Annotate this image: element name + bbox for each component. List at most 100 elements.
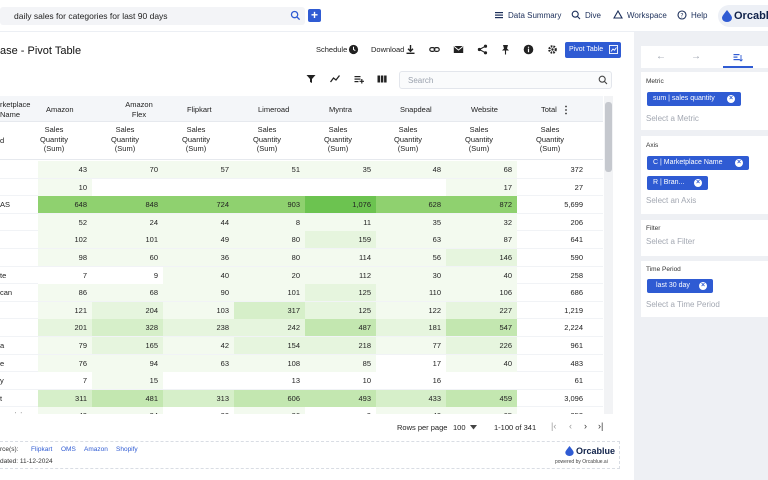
- time-period-chip[interactable]: last 30 day ×: [647, 279, 713, 293]
- link-icon[interactable]: [429, 44, 440, 55]
- add-query-button[interactable]: +: [308, 9, 321, 22]
- col-header-snapdeal[interactable]: Snapdeal: [400, 105, 432, 115]
- download-icon[interactable]: [405, 44, 416, 55]
- sub-header-line: Sales: [44, 125, 64, 134]
- col-header-amazon[interactable]: Amazon: [46, 105, 74, 115]
- first-page-icon[interactable]: |‹: [551, 421, 556, 431]
- pin-icon[interactable]: [500, 44, 511, 55]
- collapse-left-icon[interactable]: ←: [656, 51, 666, 62]
- table-cell: 121: [38, 301, 92, 319]
- clock-icon[interactable]: [348, 44, 359, 55]
- table-cell: 459: [446, 389, 517, 407]
- nav-workspace[interactable]: Workspace: [627, 11, 667, 20]
- sub-header-line: Quantity: [324, 134, 352, 144]
- metric-chip[interactable]: sum | sales quantity ×: [647, 92, 741, 106]
- table-row: te 7 9 40 20 112 30 40 258: [0, 266, 603, 285]
- table-search-box[interactable]: Search: [399, 71, 612, 89]
- column-header-row: rketplace Name Amazon Amazon Flex Flipka…: [0, 96, 603, 122]
- total-cell: 686: [570, 288, 583, 298]
- axis-placeholder[interactable]: Select an Axis: [646, 196, 696, 205]
- expand-right-icon[interactable]: →: [691, 51, 701, 62]
- next-page-icon[interactable]: ›: [584, 421, 587, 431]
- nav-data-summary[interactable]: Data Summary: [508, 11, 561, 20]
- filter-placeholder[interactable]: Select a Filter: [646, 237, 695, 246]
- pivot-table-button[interactable]: Pivot Table: [565, 42, 621, 58]
- schedule-button[interactable]: Schedule: [316, 45, 347, 54]
- row-label[interactable]: t: [0, 390, 2, 407]
- row-label[interactable]: AS: [0, 196, 10, 213]
- source-link-amazon[interactable]: Amazon: [84, 446, 108, 453]
- remove-metric-icon[interactable]: ×: [727, 95, 735, 103]
- sub-header-line: Quantity: [111, 134, 139, 144]
- sub-header-cell: Sales Quantity (Sum): [316, 125, 360, 154]
- sub-header-line: (Sum): [468, 144, 490, 153]
- add-list-icon[interactable]: [354, 74, 364, 84]
- table-cell: 493: [305, 389, 376, 407]
- vertical-scrollbar[interactable]: [604, 96, 613, 414]
- row-label[interactable]: te: [0, 267, 6, 284]
- mail-icon[interactable]: [453, 44, 464, 55]
- filter-icon[interactable]: [306, 74, 316, 84]
- col-header-limeroad[interactable]: Limeroad: [258, 105, 289, 115]
- table-row: 52 24 44 8 11 35 32 206: [0, 213, 603, 232]
- row-label[interactable]: asarini: [0, 407, 22, 414]
- table-cell: 56: [376, 249, 446, 266]
- query-search-text[interactable]: daily sales for categories for last 90 d…: [14, 11, 168, 21]
- row-label[interactable]: e: [0, 355, 4, 372]
- col-header-amazon-flex[interactable]: Amazon Flex: [122, 100, 156, 119]
- share-icon[interactable]: [477, 44, 488, 55]
- col-header-total[interactable]: Total: [541, 105, 557, 115]
- metric-placeholder[interactable]: Select a Metric: [646, 114, 699, 123]
- source-link-oms[interactable]: OMS: [61, 446, 76, 453]
- download-button[interactable]: Download: [371, 45, 404, 54]
- table-cell: 547: [446, 319, 517, 337]
- col-header-flipkart[interactable]: Flipkart: [187, 105, 212, 115]
- columns-icon[interactable]: [377, 74, 387, 84]
- settings-gear-icon[interactable]: [547, 44, 558, 55]
- axis-chip-row[interactable]: R | Bran... ×: [647, 176, 708, 190]
- last-page-icon[interactable]: ›|: [598, 421, 603, 431]
- sub-header-line: Quantity: [182, 134, 210, 144]
- table-cell: 94: [92, 354, 163, 372]
- remove-axis-row-icon[interactable]: ×: [694, 179, 702, 187]
- total-cell: 961: [570, 341, 583, 350]
- total-cell: 61: [574, 376, 583, 386]
- source-link-shopify[interactable]: Shopify: [116, 446, 138, 453]
- table-cell: [163, 372, 234, 390]
- remove-time-period-icon[interactable]: ×: [699, 282, 707, 290]
- rows-dropdown-icon[interactable]: [470, 425, 477, 430]
- prev-page-icon[interactable]: ‹: [569, 421, 572, 431]
- remove-axis-column-icon[interactable]: ×: [735, 159, 743, 167]
- rows-per-page-select[interactable]: 100: [453, 423, 466, 432]
- table-cell: 10: [305, 372, 376, 390]
- nav-help[interactable]: Help: [691, 11, 707, 20]
- table-cell: 17: [376, 354, 446, 372]
- col-header-website[interactable]: Website: [471, 105, 498, 115]
- table-cell: 85: [305, 354, 376, 372]
- table-cell: 114: [305, 249, 376, 266]
- sort-list-icon[interactable]: [733, 52, 743, 62]
- sub-header-cell: Sales Quantity (Sum): [174, 125, 218, 154]
- trend-chart-icon[interactable]: [330, 74, 340, 84]
- row-label[interactable]: can: [0, 284, 12, 301]
- top-bar: daily sales for categories for last 90 d…: [0, 0, 768, 32]
- corner-header-line1: rketplace: [0, 100, 31, 109]
- table-search-icon[interactable]: [598, 75, 608, 85]
- table-cell: 63: [163, 354, 234, 372]
- sub-header-line: (Sum): [327, 144, 349, 153]
- time-period-placeholder[interactable]: Select a Time Period: [646, 300, 720, 309]
- sub-header-cell: Sales Quantity (Sum): [32, 125, 76, 154]
- scrollbar-thumb[interactable]: [605, 102, 612, 172]
- nav-dive[interactable]: Dive: [585, 11, 601, 20]
- source-link-flipkart[interactable]: Flipkart: [31, 446, 52, 453]
- query-search-box[interactable]: daily sales for categories for last 90 d…: [0, 7, 305, 25]
- info-icon[interactable]: [523, 44, 534, 55]
- search-icon[interactable]: [290, 10, 301, 21]
- row-label[interactable]: a: [0, 337, 4, 354]
- column-menu-icon[interactable]: [564, 105, 568, 115]
- axis-chip-column[interactable]: C | Marketplace Name ×: [647, 156, 749, 170]
- rows-per-page-label: Rows per page: [397, 423, 448, 432]
- table-row: 102 101 49 80 159 63 87 641: [0, 231, 603, 249]
- row-label[interactable]: y: [0, 372, 4, 389]
- col-header-myntra[interactable]: Myntra: [329, 105, 352, 115]
